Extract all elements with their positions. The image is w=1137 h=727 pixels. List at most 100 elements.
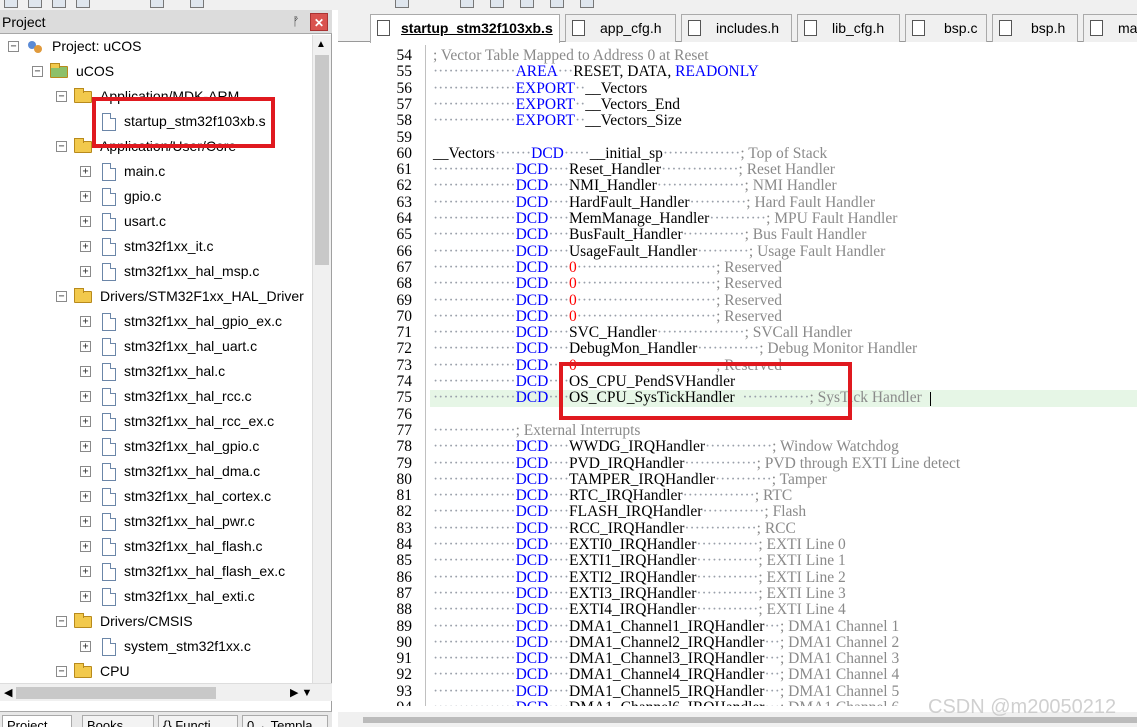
code-line[interactable]: ················DCD····BusFault_Handler·… [433,227,866,243]
tab-functions[interactable]: {} Functi... [158,715,238,727]
tab-includes-h[interactable]: includes.h [681,14,792,42]
tree-item[interactable]: + stm32f1xx_hal_uart.c [0,335,312,360]
code-line[interactable]: ················DCD····0················… [433,259,782,276]
code-line[interactable]: ················DCD····PVD_IRQHandler···… [433,455,960,472]
collapse-icon[interactable]: − [56,666,67,677]
expand-icon[interactable]: + [80,266,91,277]
tree-item[interactable]: + stm32f1xx_hal_dma.c [0,460,312,485]
code-line[interactable]: ················DCD····WWDG_IRQHandler··… [433,439,899,455]
expand-icon[interactable]: + [80,416,91,427]
collapse-icon[interactable]: − [56,141,67,152]
tree-item[interactable]: startup_stm32f103xb.s [0,110,312,135]
toolbar-icon[interactable] [520,0,534,8]
tree-item[interactable]: + stm32f1xx_hal_flash_ex.c [0,560,312,585]
pin-icon[interactable]: ᚡ [288,13,304,29]
code-line[interactable]: ················AREA···RESET, DATA, READ… [433,64,759,80]
close-icon[interactable]: ✕ [310,13,328,31]
code-line[interactable]: ················DCD····EXTI3_IRQHandler·… [433,585,846,602]
expand-icon[interactable]: + [80,566,91,577]
scrollbar-thumb[interactable] [16,687,216,699]
toolbar-icon[interactable] [490,0,504,8]
code-line[interactable]: ················DCD····SVC_Handler······… [433,324,852,341]
toolbar-icon[interactable] [190,0,204,8]
code-line[interactable]: ················DCD····DebugMon_Handler·… [433,341,917,357]
code-line[interactable]: ················DCD····RTC_IRQHandler···… [433,487,792,504]
expand-icon[interactable]: + [80,641,91,652]
code-line[interactable]: ; Vector Table Mapped to Address 0 at Re… [433,47,709,64]
expand-icon[interactable]: + [80,516,91,527]
code-line[interactable]: ················DCD····EXTI4_IRQHandler·… [433,602,846,618]
code-line[interactable]: ················DCD····DMA1_Channel4_IRQ… [433,667,899,683]
expand-icon[interactable]: + [80,491,91,502]
tree-item[interactable]: − Application/User/Core [0,135,312,160]
toolbar-icon[interactable] [150,0,164,8]
tree-item[interactable]: + stm32f1xx_hal_gpio.c [0,435,312,460]
code-line[interactable]: ················DCD····DMA1_Channel3_IRQ… [433,650,899,667]
scrollbar-thumb[interactable] [315,55,329,265]
toolbar-icon[interactable] [580,0,594,8]
toolbar-icon[interactable] [395,0,409,8]
toolbar-icon[interactable] [28,0,42,8]
code-line[interactable]: ················DCD····0················… [433,357,782,374]
code-line[interactable]: __Vectors·······DCD·····__initial_sp····… [433,145,827,162]
expand-icon[interactable]: + [80,441,91,452]
code-line[interactable]: ················DCD····UsageFault_Handle… [433,243,885,260]
code-line[interactable]: ················DCD····DMA1_Channel2_IRQ… [433,634,899,651]
tree-item[interactable]: − Project: uCOS [0,35,312,60]
code-line[interactable]: ················DCD····RCC_IRQHandler···… [433,520,796,537]
code-line[interactable]: ················DCD····DMA1_Channel1_IRQ… [433,618,899,635]
tree-vertical-scrollbar[interactable]: ▲ [312,35,331,683]
code-line[interactable]: ················DCD····HardFault_Handler… [433,194,875,211]
toolbar-icon[interactable] [76,0,90,8]
tree-item[interactable]: + usart.c [0,210,312,235]
expand-icon[interactable]: + [80,241,91,252]
expand-icon[interactable]: + [80,341,91,352]
tab-app-cfg-h[interactable]: app_cfg.h [565,14,676,42]
tree-item[interactable]: − uCOS [0,60,312,85]
tree-item[interactable]: + stm32f1xx_hal_exti.c [0,585,312,610]
tab-startup-file[interactable]: startup_stm32f103xb.s [370,14,560,43]
tree-item[interactable]: + stm32f1xx_hal_pwr.c [0,510,312,535]
expand-icon[interactable]: + [80,466,91,477]
toolbar-icon[interactable] [460,0,474,8]
tree-item[interactable]: − CPU [0,660,312,683]
expand-icon[interactable]: + [80,391,91,402]
code-line[interactable]: ················DCD····TAMPER_IRQHandler… [433,471,827,488]
code-line[interactable]: ················DCD····OS_CPU_PendSVHand… [433,373,735,390]
scroll-left-icon[interactable]: ◀ [4,686,12,699]
tree-item[interactable]: + stm32f1xx_hal.c [0,360,312,385]
code-line[interactable]: ················DCD····0················… [433,292,782,309]
code-line[interactable]: ················DCD····DMA1_Channel5_IRQ… [433,683,899,700]
tree-item[interactable]: + stm32f1xx_hal_msp.c [0,260,312,285]
expand-icon[interactable]: + [80,366,91,377]
code-line[interactable]: ················DCD····0················… [433,308,782,325]
code-line[interactable]: ················DCD····DMA1_Channel6_IRQ… [433,699,899,706]
expand-icon[interactable]: + [80,591,91,602]
tree-item[interactable]: + gpio.c [0,185,312,210]
expand-icon[interactable]: + [80,316,91,327]
collapse-icon[interactable]: − [56,291,67,302]
code-line[interactable]: ················DCD····EXTI1_IRQHandler·… [433,553,846,569]
tab-lib-cfg-h[interactable]: lib_cfg.h [797,14,900,42]
code-line[interactable]: ················EXPORT··__Vectors [433,80,647,97]
code-line[interactable]: ················DCD····EXTI2_IRQHandler·… [433,569,846,586]
toolbar-icon[interactable] [52,0,66,8]
code-line[interactable]: ················DCD····FLASH_IRQHandler·… [433,504,806,520]
expand-icon[interactable]: + [80,216,91,227]
code-line[interactable]: ················DCD····NMI_Handler······… [433,178,837,194]
tree-item[interactable]: − Drivers/STM32F1xx_HAL_Driver [0,285,312,310]
collapse-icon[interactable]: − [32,66,43,77]
collapse-icon[interactable]: − [56,616,67,627]
tree-item[interactable]: − Application/MDK-ARM [0,85,312,110]
collapse-icon[interactable]: − [56,91,67,102]
code-line[interactable]: ················; External Interrupts [433,422,640,439]
tab-main[interactable]: ma [1083,14,1137,42]
code-line[interactable]: ················DCD····EXTI0_IRQHandler·… [433,536,846,553]
tree-item[interactable]: + stm32f1xx_hal_rcc_ex.c [0,410,312,435]
code-line[interactable]: ················DCD····OS_CPU_SysTickHan… [433,390,931,406]
tab-bsp-c[interactable]: bsp.c [905,14,987,42]
tree-item[interactable]: + stm32f1xx_it.c [0,235,312,260]
scroll-right-icon[interactable]: ▶ ▼ [290,686,312,699]
code-line[interactable]: ················EXPORT··__Vectors_End [433,96,680,113]
code-line[interactable]: ················DCD····Reset_Handler····… [433,161,835,178]
